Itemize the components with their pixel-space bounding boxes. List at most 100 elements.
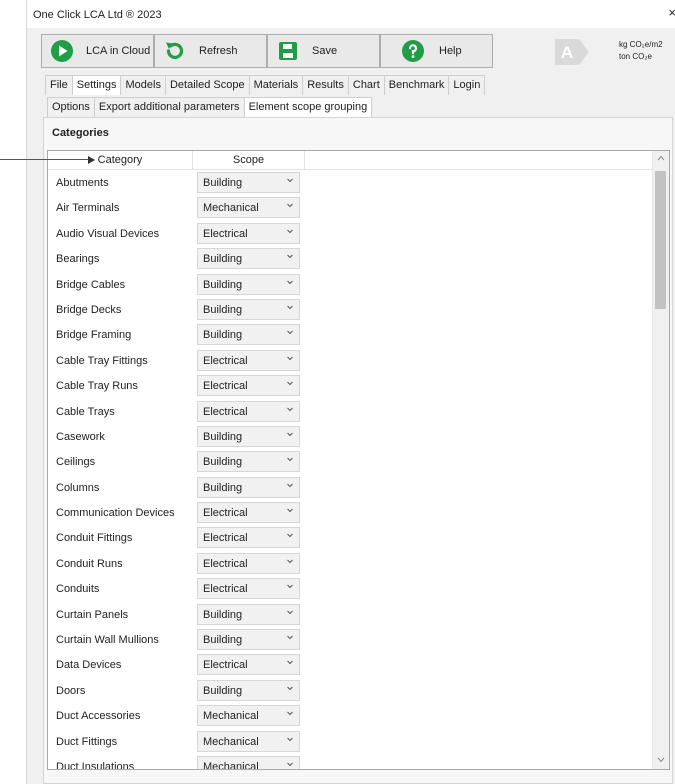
title-bar: One Click LCA Ltd ® 2023 ×	[27, 0, 675, 28]
scope-dropdown[interactable]: Building	[197, 451, 300, 473]
units-total: ton CO₂e	[619, 52, 652, 61]
save-button[interactable]: Save	[267, 34, 380, 68]
table-row: Abutments Building	[48, 170, 653, 195]
chevron-down-icon	[287, 737, 293, 741]
play-circle-icon	[50, 39, 74, 63]
table-row: Bridge Decks Building	[48, 297, 653, 322]
toolbar: LCA in Cloud Refresh Save Help A kg CO₂e…	[27, 28, 675, 74]
category-cell: Bridge Decks	[56, 303, 122, 316]
scope-dropdown[interactable]: Electrical	[197, 400, 300, 422]
tab-results[interactable]: Results	[302, 75, 349, 95]
category-cell: Curtain Wall Mullions	[56, 634, 159, 647]
table-row: Cable Tray Fittings Electrical	[48, 348, 653, 373]
scope-dropdown[interactable]: Building	[197, 273, 300, 295]
category-cell: Data Devices	[56, 659, 122, 672]
scope-dropdown[interactable]: Electrical	[197, 349, 300, 371]
tab-models[interactable]: Models	[120, 75, 166, 95]
column-header-category[interactable]: Category	[48, 151, 193, 169]
chevron-down-icon	[287, 559, 293, 564]
scope-value: Electrical	[203, 557, 248, 570]
scrollbar-thumb[interactable]	[655, 171, 666, 309]
chevron-down-icon	[287, 711, 293, 716]
table-row: Communication Devices Electrical	[48, 500, 653, 525]
tab-settings[interactable]: Settings	[71, 75, 122, 95]
category-cell: Columns	[56, 481, 100, 494]
lca-in-cloud-button[interactable]: LCA in Cloud	[41, 34, 154, 68]
scope-dropdown[interactable]: Building	[197, 629, 300, 651]
category-scope-grid: Category Scope Abutments Building Air Term…	[47, 150, 670, 770]
category-cell: Conduit Runs	[56, 557, 123, 570]
scope-dropdown[interactable]: Mechanical	[197, 730, 300, 752]
settings-subtabs: Options Export additional parameters Ele…	[47, 97, 373, 117]
tab-materials[interactable]: Materials	[248, 75, 304, 95]
chevron-down-icon	[287, 254, 293, 259]
tab-chart[interactable]: Chart	[347, 75, 385, 95]
chevron-down-icon	[287, 204, 293, 208]
callout-arrow-head-icon	[88, 156, 95, 164]
table-row: Data Devices Electrical	[48, 652, 653, 677]
category-cell: Bearings	[56, 253, 100, 266]
scope-value: Building	[203, 329, 243, 342]
callout-arrow-line	[0, 159, 94, 160]
tab-detailed-scope[interactable]: Detailed Scope	[164, 75, 250, 95]
scope-dropdown[interactable]: Mechanical	[197, 755, 300, 770]
category-cell: Cable Tray Runs	[56, 380, 138, 393]
category-cell: Curtain Panels	[56, 608, 129, 621]
category-cell: Ceilings	[56, 456, 96, 469]
chevron-down-icon	[287, 483, 293, 487]
subtab-element-scope-grouping[interactable]: Element scope grouping	[243, 97, 373, 117]
help-button[interactable]: Help	[380, 34, 493, 68]
scope-dropdown[interactable]: Electrical	[197, 222, 300, 244]
scope-dropdown[interactable]: Building	[197, 425, 300, 447]
scope-value: Electrical	[203, 354, 248, 367]
scope-dropdown[interactable]: Electrical	[197, 527, 300, 549]
scope-dropdown[interactable]: Building	[197, 298, 300, 320]
table-row: Ceilings Building	[48, 449, 653, 474]
category-cell: Bridge Framing	[56, 329, 132, 342]
table-row: Curtain Wall Mullions Building	[48, 627, 653, 652]
scope-dropdown[interactable]: Electrical	[197, 502, 300, 524]
scroll-up-icon[interactable]	[657, 155, 665, 161]
scope-value: Mechanical	[203, 710, 259, 723]
scope-value: Mechanical	[203, 760, 259, 770]
scope-dropdown[interactable]: Electrical	[197, 552, 300, 574]
scope-dropdown[interactable]: Building	[197, 248, 300, 270]
chevron-down-icon	[287, 381, 293, 386]
scroll-down-icon[interactable]	[657, 757, 665, 763]
scope-dropdown[interactable]: Building	[197, 324, 300, 346]
scope-dropdown[interactable]: Building	[197, 172, 300, 193]
refresh-button[interactable]: Refresh	[154, 34, 267, 68]
category-cell: Doors	[56, 684, 86, 697]
vertical-scrollbar[interactable]	[652, 151, 669, 769]
scope-value: Electrical	[203, 659, 248, 672]
scope-dropdown[interactable]: Building	[197, 476, 300, 498]
table-row: Duct Insulations Mechanical	[48, 754, 653, 770]
tab-benchmark[interactable]: Benchmark	[383, 75, 450, 95]
scope-dropdown[interactable]: Electrical	[197, 578, 300, 600]
column-header-scope[interactable]: Scope	[193, 151, 305, 169]
table-row: Cable Tray Runs Electrical	[48, 373, 653, 398]
scope-dropdown[interactable]: Mechanical	[197, 705, 300, 727]
tab-file[interactable]: File	[45, 75, 73, 95]
scope-dropdown[interactable]: Electrical	[197, 375, 300, 397]
category-cell: Abutments	[56, 177, 109, 189]
chevron-down-icon	[287, 229, 293, 233]
table-row: Casework Building	[48, 424, 653, 449]
chevron-down-icon	[287, 661, 293, 665]
scope-dropdown[interactable]: Mechanical	[197, 197, 300, 219]
close-icon[interactable]: ×	[668, 5, 675, 20]
scope-value: Building	[203, 684, 243, 697]
subtab-options[interactable]: Options	[47, 97, 95, 117]
category-cell: Conduits	[56, 583, 100, 596]
scope-value: Electrical	[203, 507, 248, 520]
chevron-down-icon	[287, 635, 293, 640]
scope-dropdown[interactable]: Building	[197, 603, 300, 625]
scope-dropdown[interactable]: Electrical	[197, 654, 300, 676]
scope-dropdown[interactable]: Building	[197, 679, 300, 701]
table-row: Columns Building	[48, 475, 653, 500]
tab-login[interactable]: Login	[448, 75, 486, 95]
table-row: Doors Building	[48, 678, 653, 703]
chevron-down-icon	[287, 686, 293, 691]
chevron-down-icon	[287, 305, 293, 310]
subtab-export-additional-parameters[interactable]: Export additional parameters	[93, 97, 245, 117]
